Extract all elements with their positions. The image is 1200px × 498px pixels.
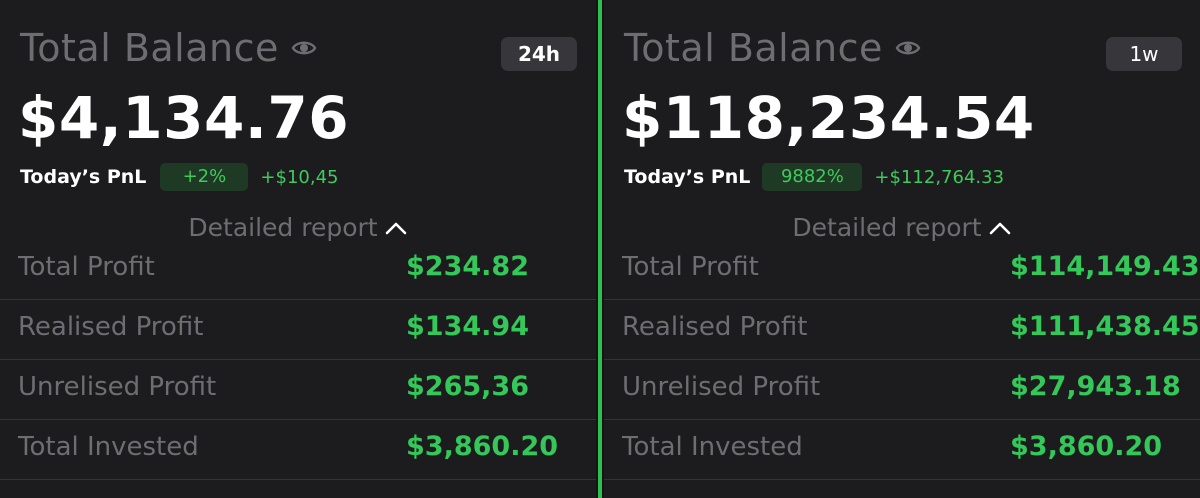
balance-header: Total Balance [624, 26, 921, 70]
period-selector[interactable]: 1w [1106, 37, 1182, 71]
list-item: Unrelised Profit $265,36 [0, 360, 596, 420]
list-item: Total Invested $3,860.20 [604, 420, 1200, 480]
row-label: Total Invested [622, 432, 803, 462]
period-selector[interactable]: 24h [501, 37, 577, 71]
detailed-report-toggle[interactable]: Detailed report [0, 213, 596, 242]
row-label: Realised Profit [18, 312, 204, 342]
row-label: Unrelised Profit [622, 372, 821, 402]
row-value: $111,438.45 [1010, 311, 1200, 342]
balance-amount: $118,234.54 [622, 84, 1035, 152]
balance-header: Total Balance [20, 26, 317, 70]
row-label: Total Profit [622, 252, 759, 282]
row-value: $265,36 [406, 371, 529, 402]
row-value: $27,943.18 [1010, 371, 1181, 402]
pnl-row: Today’s PnL 9882% +$112,764.33 [624, 163, 1004, 191]
eye-icon[interactable] [291, 35, 317, 61]
balance-panel-24h: Total Balance 24h $4,134.76 Today’s PnL … [0, 0, 596, 498]
chevron-up-icon[interactable] [384, 219, 408, 237]
list-item: Total Profit $114,149.43 [604, 240, 1200, 300]
row-label: Total Invested [18, 432, 199, 462]
detailed-report-toggle[interactable]: Detailed report [604, 213, 1200, 242]
row-value: $114,149.43 [1010, 251, 1200, 282]
detailed-report-label: Detailed report [188, 213, 378, 242]
pnl-label: Today’s PnL [624, 166, 751, 188]
list-item: Unrelised Profit $27,943.18 [604, 360, 1200, 420]
pnl-amount: +$10,45 [260, 166, 339, 188]
report-list: Total Profit $114,149.43 Realised Profit… [604, 240, 1200, 480]
list-item: Total Invested $3,860.20 [0, 420, 596, 480]
row-value: $3,860.20 [1010, 431, 1163, 462]
row-label: Total Profit [18, 252, 155, 282]
pnl-label: Today’s PnL [20, 166, 147, 188]
row-value: $3,860.20 [406, 431, 559, 462]
balance-amount: $4,134.76 [18, 84, 350, 152]
balance-panel-1w: Total Balance 1w $118,234.54 Today’s PnL… [604, 0, 1200, 498]
eye-icon[interactable] [895, 35, 921, 61]
balance-title: Total Balance [624, 26, 883, 70]
row-label: Unrelised Profit [18, 372, 217, 402]
chevron-up-icon[interactable] [988, 219, 1012, 237]
list-item: Realised Profit $111,438.45 [604, 300, 1200, 360]
pnl-percent-badge: 9882% [762, 163, 863, 191]
panel-divider [596, 0, 604, 498]
row-value: $234.82 [406, 251, 529, 282]
report-list: Total Profit $234.82 Realised Profit $13… [0, 240, 596, 480]
pnl-amount: +$112,764.33 [874, 166, 1005, 188]
balance-title: Total Balance [20, 26, 279, 70]
detailed-report-label: Detailed report [792, 213, 982, 242]
pnl-row: Today’s PnL +2% +$10,45 [20, 163, 339, 191]
pnl-percent-badge: +2% [160, 163, 249, 191]
list-item: Realised Profit $134.94 [0, 300, 596, 360]
list-item: Total Profit $234.82 [0, 240, 596, 300]
row-value: $134.94 [406, 311, 529, 342]
row-label: Realised Profit [622, 312, 808, 342]
